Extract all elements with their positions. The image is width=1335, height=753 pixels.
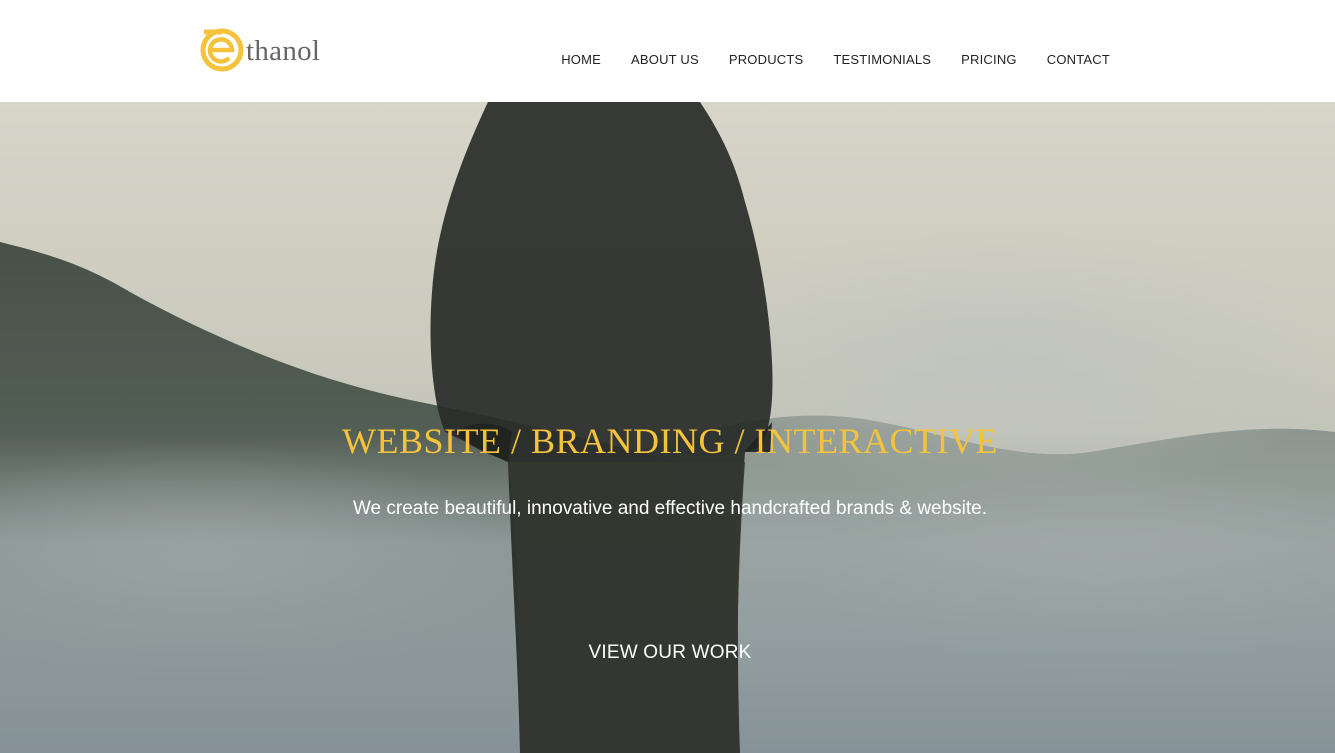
view-our-work-button[interactable]: VIEW OUR WORK — [570, 642, 770, 664]
logo-e-icon — [200, 28, 244, 72]
nav-item-testimonials: TESTIMONIALS — [803, 52, 931, 68]
hero-title: WEBSITE / BRANDING / INTERACTIVE — [342, 421, 998, 461]
brand-logo[interactable]: thanol — [200, 27, 320, 73]
nav-item-pricing: PRICING — [931, 52, 1017, 68]
brand-name: thanol — [246, 34, 321, 67]
hero-subtitle: We create beautiful, innovative and effe… — [352, 498, 988, 519]
hero-section: WEBSITE / BRANDING / INTERACTIVE We crea… — [0, 102, 1335, 753]
nav-link-about-us[interactable]: ABOUT US — [601, 52, 699, 68]
nav-link-pricing[interactable]: PRICING — [931, 52, 1017, 68]
nav-link-home[interactable]: HOME — [561, 52, 601, 68]
nav-item-products: PRODUCTS — [699, 52, 804, 68]
nav-item-contact: CONTACT — [1017, 52, 1110, 68]
nav-link-contact[interactable]: CONTACT — [1017, 52, 1110, 68]
nav-item-about-us: ABOUT US — [601, 52, 699, 68]
main-nav: HOME ABOUT US PRODUCTS TESTIMONIALS PRIC… — [561, 52, 1110, 68]
nav-link-products[interactable]: PRODUCTS — [699, 52, 804, 68]
nav-item-home: HOME — [561, 52, 601, 68]
nav-link-testimonials[interactable]: TESTIMONIALS — [803, 52, 931, 68]
site-header: thanol HOME ABOUT US PRODUCTS TESTIMONIA… — [0, 0, 1335, 102]
